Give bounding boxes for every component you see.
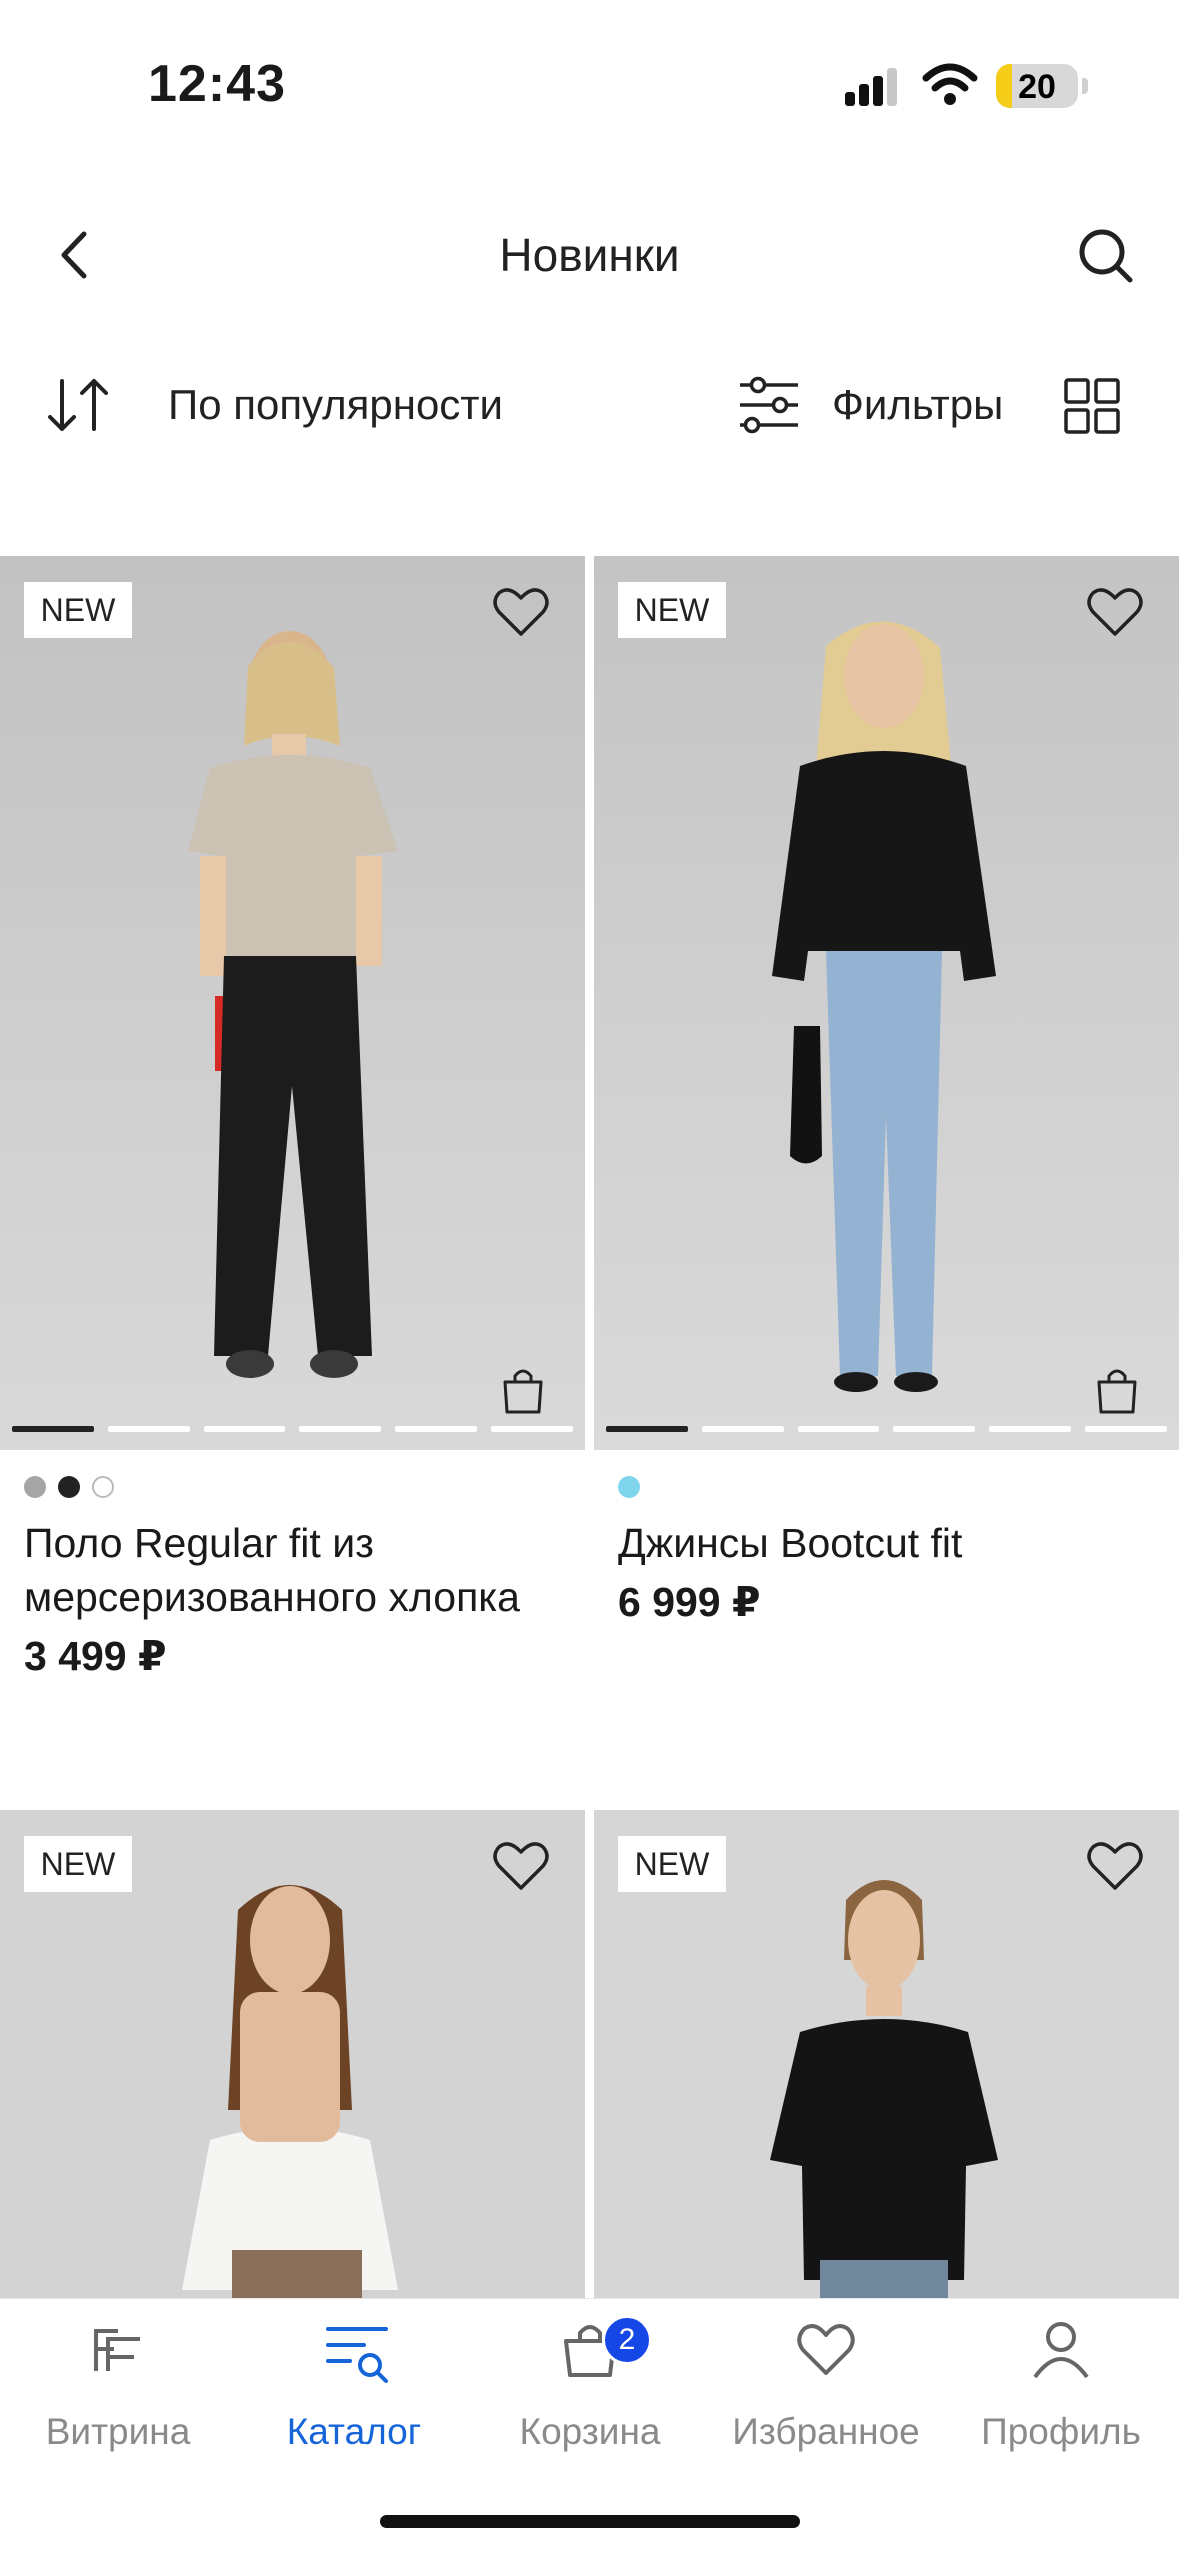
color-swatch[interactable]	[58, 1476, 80, 1498]
battery-indicator: 20	[996, 64, 1078, 108]
sort-filter-toolbar: По популярности Фильтры	[0, 360, 1179, 450]
new-badge: NEW	[618, 582, 726, 638]
product-photo[interactable]: NEW	[594, 1810, 1179, 2300]
sort-label: По популярности	[168, 381, 503, 428]
shopping-bag-icon[interactable]	[499, 1364, 547, 1416]
sort-button[interactable]: По популярности	[44, 370, 503, 440]
heart-icon[interactable]	[1085, 582, 1145, 642]
color-swatches	[618, 1476, 640, 1498]
color-swatch[interactable]	[24, 1476, 46, 1498]
color-swatch[interactable]	[92, 1476, 114, 1498]
sort-arrows-icon	[48, 379, 108, 431]
color-swatch[interactable]	[618, 1476, 640, 1498]
product-name: Поло Regular fit из мерсеризованного хло…	[24, 1520, 520, 1620]
tab-cart[interactable]: 2 Корзина	[472, 2315, 708, 2469]
product-photo[interactable]: NEW	[0, 556, 585, 1450]
new-badge: NEW	[24, 1836, 132, 1892]
heart-icon[interactable]	[491, 582, 551, 642]
product-price: 3 499 ₽	[24, 1633, 167, 1679]
grid-view-icon[interactable]	[1064, 378, 1120, 434]
product-card[interactable]: NEW	[594, 1810, 1179, 2300]
tab-vitrina[interactable]: Витрина	[0, 2319, 236, 2469]
tab-label: Витрина	[45, 2411, 191, 2452]
tab-catalog[interactable]: Каталог	[236, 2319, 472, 2469]
status-bar: 12:43 20	[0, 0, 1179, 150]
new-badge: NEW	[24, 582, 132, 638]
image-pager	[606, 1426, 1167, 1432]
filter-button[interactable]: Фильтры	[738, 370, 1003, 440]
cart-count-badge: 2	[602, 2315, 652, 2365]
product-photo[interactable]: NEW	[0, 1810, 585, 2300]
tab-label: Корзина	[519, 2411, 661, 2452]
model-photo	[0, 556, 585, 1450]
cellular-signal-icon	[845, 68, 897, 106]
product-card[interactable]: NEW Поло Regular fit из мерсеризованного…	[0, 556, 585, 1706]
home-indicator	[380, 2515, 800, 2528]
battery-percent: 20	[1018, 68, 1056, 106]
color-swatches	[24, 1476, 114, 1498]
tab-label: Профиль	[981, 2411, 1141, 2452]
heart-icon	[797, 2324, 855, 2375]
profile-icon	[1033, 2322, 1089, 2379]
filter-label: Фильтры	[832, 381, 1004, 428]
new-badge: NEW	[618, 1836, 726, 1892]
tab-favorites[interactable]: Избранное	[708, 2319, 944, 2469]
ff-logo-icon	[94, 2329, 140, 2371]
product-card[interactable]: NEW	[0, 1810, 585, 2300]
heart-icon[interactable]	[1085, 1836, 1145, 1896]
heart-icon[interactable]	[491, 1836, 551, 1896]
tab-label: Избранное	[732, 2411, 920, 2452]
filter-sliders-icon	[740, 376, 798, 434]
product-photo[interactable]: NEW	[594, 556, 1179, 1450]
top-header: Новинки	[0, 190, 1179, 320]
wifi-icon	[922, 63, 978, 105]
page-title: Новинки	[499, 229, 680, 281]
product-price: 6 999 ₽	[618, 1579, 761, 1625]
catalog-search-icon	[326, 2327, 388, 2383]
image-pager	[12, 1426, 573, 1432]
shopping-bag-icon[interactable]	[1093, 1364, 1141, 1416]
product-card[interactable]: NEW Джинсы Bootcut fit 6 999 ₽	[594, 556, 1179, 1706]
tab-profile[interactable]: Профиль	[943, 2319, 1179, 2469]
status-time: 12:43	[148, 55, 286, 113]
product-name: Джинсы Bootcut fit	[618, 1520, 963, 1566]
search-icon[interactable]	[1070, 220, 1140, 290]
model-photo	[594, 556, 1179, 1450]
tab-label: Каталог	[286, 2411, 422, 2452]
